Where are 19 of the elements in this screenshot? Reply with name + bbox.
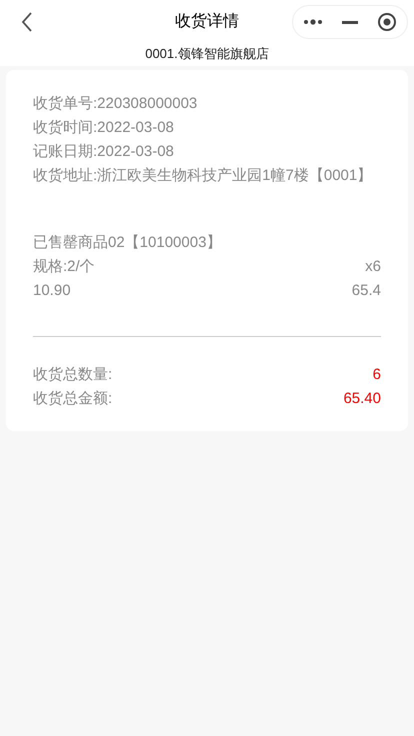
product-price: 10.90	[33, 281, 71, 301]
total-value: 65.40	[343, 389, 381, 409]
close-icon[interactable]	[377, 12, 398, 32]
minimize-icon[interactable]	[342, 20, 358, 24]
info-line: 记账日期:2022-03-08	[33, 142, 175, 162]
product-name: 已售罄商品02【10100003】	[33, 233, 222, 253]
back-icon[interactable]	[20, 12, 34, 32]
product-amount: 65.4	[352, 281, 381, 301]
total-value: 6	[372, 365, 381, 385]
product-quantity: x6	[365, 257, 381, 277]
product-spec: 规格:2/个	[33, 257, 95, 277]
info-line: 收货单号:220308000003	[33, 94, 198, 114]
more-icon[interactable]	[302, 19, 323, 25]
info-line: 收货时间:2022-03-08	[33, 118, 175, 138]
page-title: 收货详情	[175, 12, 239, 32]
info-line: 收货地址:浙江欧美生物科技产业园1幢7楼【0001】	[33, 166, 374, 186]
store-name: 0001.领锋智能旗舰店	[144, 45, 270, 63]
total-label: 收货总金额:	[33, 389, 112, 409]
total-label: 收货总数量:	[33, 365, 112, 385]
